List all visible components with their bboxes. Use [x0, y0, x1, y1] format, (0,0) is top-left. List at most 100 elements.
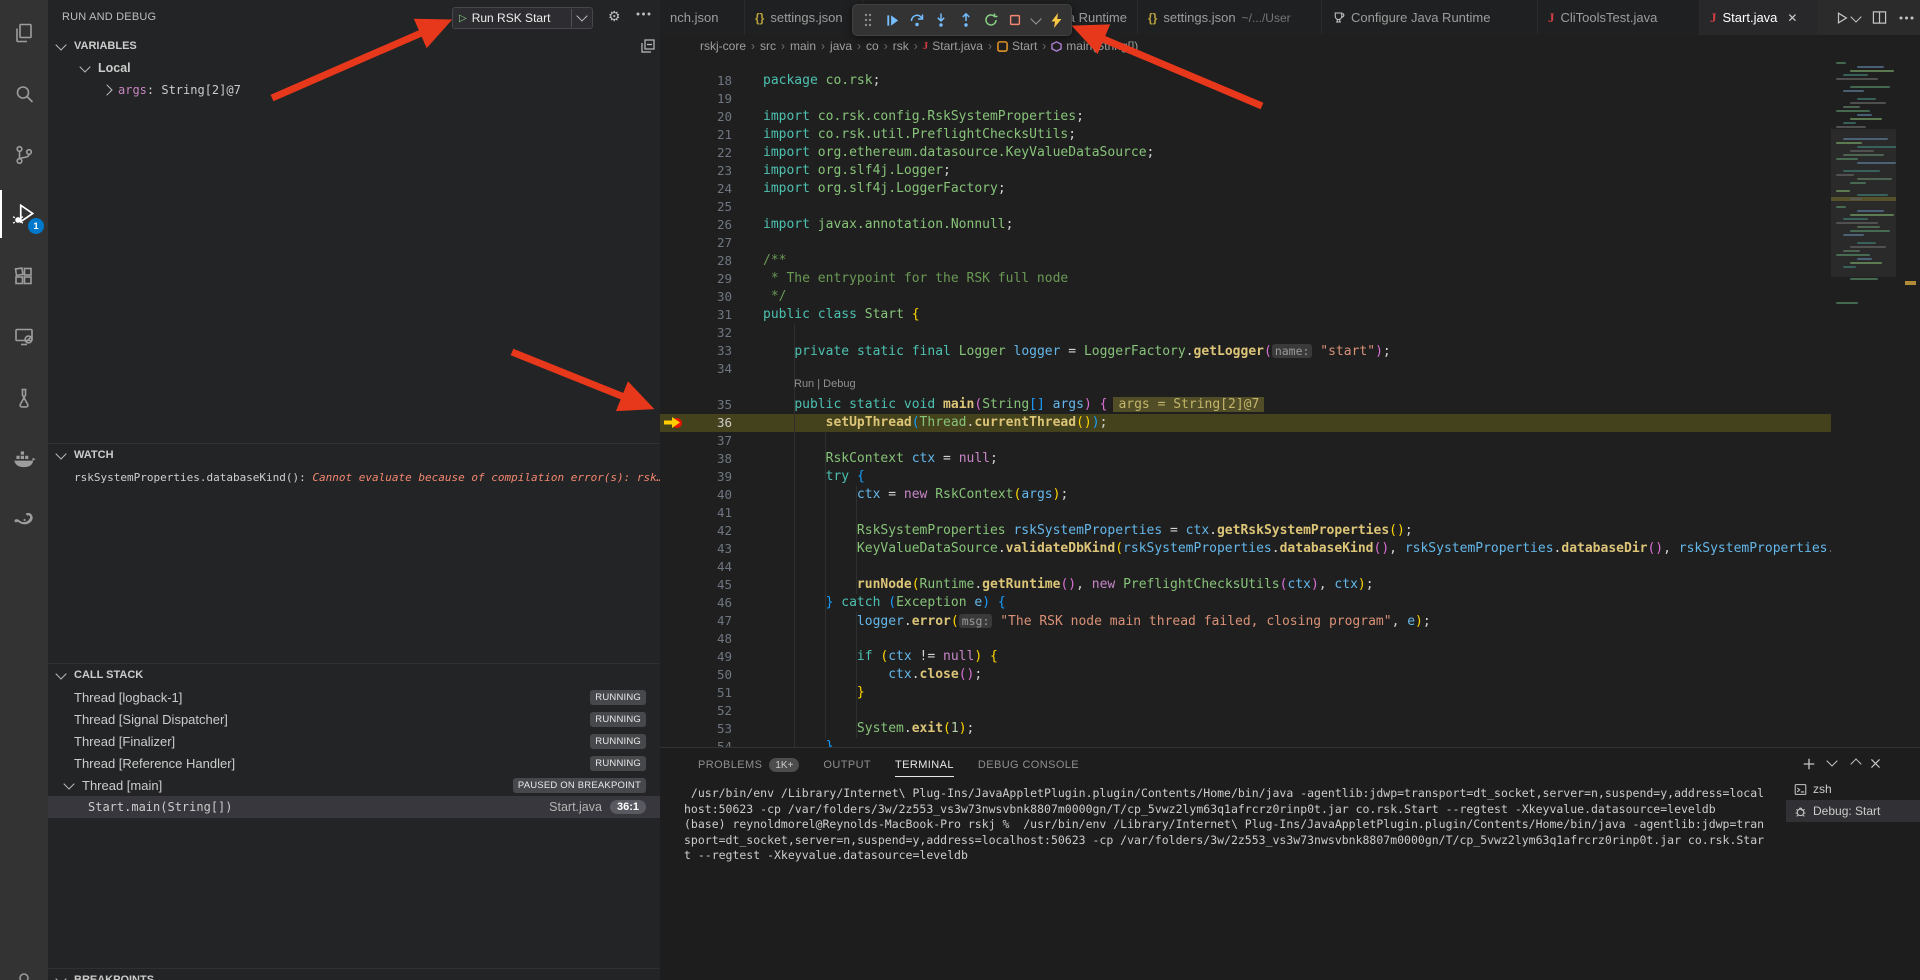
variables-section-header[interactable]: VARIABLES: [48, 35, 660, 57]
tab-clitoolstest-java[interactable]: JCliToolsTest.java: [1538, 0, 1700, 35]
panel-tab-terminal[interactable]: TERMINAL: [895, 748, 954, 782]
line-number[interactable]: 21: [660, 126, 732, 144]
stop-button[interactable]: [1005, 9, 1025, 31]
call-stack-thread[interactable]: Thread [main]PAUSED ON BREAKPOINT: [48, 774, 660, 796]
line-number[interactable]: 35: [660, 396, 732, 414]
codelens-run-debug[interactable]: Run | Debug: [794, 378, 856, 396]
line-number[interactable]: 28: [660, 252, 732, 270]
code-line[interactable]: import co.rsk.config.RskSystemProperties…: [763, 108, 1084, 126]
code-line[interactable]: public static void main(String[] args) {…: [763, 396, 1264, 414]
call-stack-frame[interactable]: Start.main(String[])Start.java36:1: [48, 796, 660, 818]
line-number[interactable]: 26: [660, 216, 732, 234]
code-line[interactable]: import org.slf4j.LoggerFactory;: [763, 180, 1006, 198]
call-stack-section-header[interactable]: CALL STACK: [48, 664, 660, 686]
code-line[interactable]: import javax.annotation.Nonnull;: [763, 216, 1013, 234]
launch-config-chevron-icon[interactable]: [571, 9, 592, 27]
sidebar-more-actions-icon[interactable]: [636, 12, 651, 16]
code-line[interactable]: }: [763, 684, 865, 702]
line-number[interactable]: 42: [660, 522, 732, 540]
code-line[interactable]: public class Start {: [763, 306, 920, 324]
close-icon[interactable]: ✕: [1787, 11, 1797, 25]
code-line[interactable]: import co.rsk.util.PreflightChecksUtils;: [763, 126, 1076, 144]
line-number[interactable]: 43: [660, 540, 732, 558]
line-number[interactable]: 34: [660, 360, 732, 378]
toolbar-drag-handle[interactable]: [858, 9, 878, 31]
stop-dropdown-chevron-icon[interactable]: [1030, 9, 1042, 31]
editor-more-actions-icon[interactable]: [1899, 16, 1914, 20]
debug-settings-gear-icon[interactable]: ⚙: [608, 8, 621, 25]
code-line[interactable]: RskSystemProperties rskSystemProperties …: [763, 522, 1413, 540]
call-stack-thread[interactable]: Thread [Reference Handler]RUNNING: [48, 752, 660, 774]
code-line[interactable]: ctx.close();: [763, 666, 982, 684]
line-number[interactable]: 37: [660, 432, 732, 450]
minimap[interactable]: [1831, 57, 1896, 747]
breadcrumb-item[interactable]: rskj-core: [700, 39, 746, 53]
code-line[interactable]: try {: [763, 468, 865, 486]
maximize-panel-icon[interactable]: [1852, 757, 1860, 768]
run-and-debug-icon[interactable]: 1: [0, 190, 48, 238]
terminal-dropdown-chevron-icon[interactable]: [1828, 757, 1836, 768]
watch-expression-row[interactable]: rskSystemProperties.databaseKind(): Cann…: [48, 466, 660, 488]
start-debug-icon[interactable]: ▷: [459, 13, 467, 24]
new-terminal-button[interactable]: [1802, 757, 1816, 771]
variable-args[interactable]: args: String[2]@7: [48, 79, 660, 101]
line-number[interactable]: 48: [660, 630, 732, 648]
line-number[interactable]: 39: [660, 468, 732, 486]
code-line[interactable]: package co.rsk;: [763, 72, 880, 90]
line-number[interactable]: 27: [660, 234, 732, 252]
close-panel-icon[interactable]: [1869, 757, 1882, 770]
tab-start-java[interactable]: JStart.java✕: [1700, 0, 1818, 35]
call-stack-thread[interactable]: Thread [logback-1]RUNNING: [48, 686, 660, 708]
code-line[interactable]: }: [763, 738, 833, 747]
step-over-button[interactable]: [907, 9, 927, 31]
code-line[interactable]: * The entrypoint for the RSK full node: [763, 270, 1068, 288]
code-line[interactable]: */: [763, 288, 786, 306]
source-control-icon[interactable]: [0, 131, 48, 179]
call-stack-thread[interactable]: Thread [Signal Dispatcher]RUNNING: [48, 708, 660, 730]
line-number[interactable]: 32: [660, 324, 732, 342]
line-number[interactable]: 45: [660, 576, 732, 594]
line-number[interactable]: 30: [660, 288, 732, 306]
breadcrumb-item[interactable]: src: [760, 39, 776, 53]
code-line[interactable]: /**: [763, 252, 786, 270]
remote-explorer-icon[interactable]: [0, 313, 48, 361]
restart-button[interactable]: [981, 9, 1001, 31]
call-stack-thread[interactable]: Thread [Finalizer]RUNNING: [48, 730, 660, 752]
line-number[interactable]: 44: [660, 558, 732, 576]
line-number[interactable]: 50: [660, 666, 732, 684]
step-into-button[interactable]: [931, 9, 951, 31]
tab-settings-json[interactable]: {}settings.json: [745, 0, 863, 35]
split-editor-icon[interactable]: [1872, 10, 1887, 25]
panel-tab-problems[interactable]: PROBLEMS1K+: [698, 748, 799, 782]
line-number[interactable]: 23: [660, 162, 732, 180]
code-line[interactable]: KeyValueDataSource.validateDbKind(rskSys…: [763, 540, 1831, 558]
overview-ruler[interactable]: [1896, 57, 1920, 747]
code-line[interactable]: import org.ethereum.datasource.KeyValueD…: [763, 144, 1154, 162]
watch-section-header[interactable]: WATCH: [48, 444, 660, 466]
explorer-icon[interactable]: [0, 9, 48, 57]
code-line[interactable]: RskContext ctx = null;: [763, 450, 998, 468]
line-number[interactable]: 31: [660, 306, 732, 324]
breadcrumb-file[interactable]: Start.java: [932, 39, 983, 53]
continue-button[interactable]: [882, 9, 902, 31]
line-number[interactable]: 20: [660, 108, 732, 126]
line-number[interactable]: 18: [660, 72, 732, 90]
code-line[interactable]: System.exit(1);: [763, 720, 974, 738]
breadcrumb-item[interactable]: rsk: [893, 39, 909, 53]
breadcrumb-item[interactable]: java: [830, 39, 852, 53]
line-number[interactable]: 22: [660, 144, 732, 162]
step-out-button[interactable]: [956, 9, 976, 31]
code-line[interactable]: runNode(Runtime.getRuntime(), new Prefli…: [763, 576, 1374, 594]
line-number[interactable]: 53: [660, 720, 732, 738]
code-line[interactable]: } catch (Exception e) {: [763, 594, 1006, 612]
search-icon[interactable]: [0, 70, 48, 118]
extensions-icon[interactable]: [0, 252, 48, 300]
line-number[interactable]: 49: [660, 648, 732, 666]
line-number[interactable]: 29: [660, 270, 732, 288]
terminal-instance-zsh[interactable]: zsh: [1786, 778, 1920, 800]
tab-settings-json[interactable]: {}settings.json~/.../User: [1138, 0, 1322, 35]
run-file-button[interactable]: [1835, 11, 1860, 25]
line-number[interactable]: 19: [660, 90, 732, 108]
line-number[interactable]: 33: [660, 342, 732, 360]
tab-configure-java-runtime[interactable]: Configure Java Runtime: [1322, 0, 1538, 35]
